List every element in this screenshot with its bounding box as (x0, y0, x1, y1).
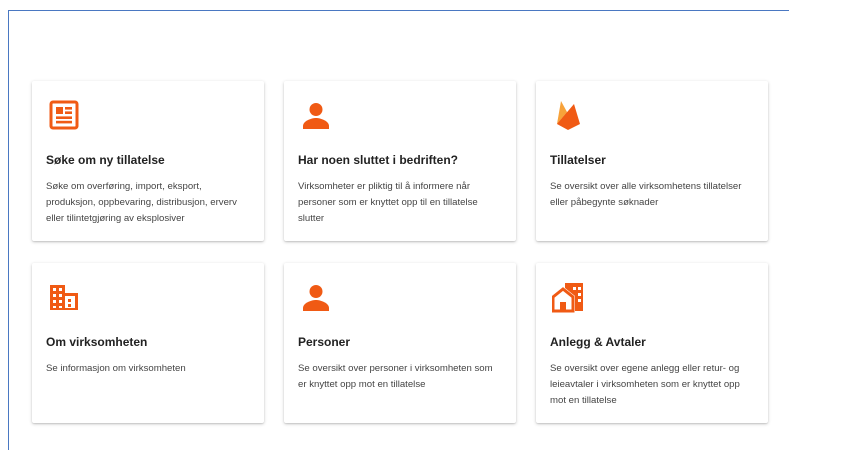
person-icon (300, 281, 332, 313)
home-work-icon (552, 281, 584, 313)
building-icon (48, 281, 80, 313)
card-title: Søke om ny tillatelse (46, 153, 165, 167)
card-apply-new-permit[interactable]: Søke om ny tillatelse Søke om overføring… (32, 81, 264, 241)
card-permits[interactable]: Tillatelser Se oversikt over alle virkso… (536, 81, 768, 241)
card-title: Har noen sluttet i bedriften? (298, 153, 459, 167)
person-icon (300, 99, 332, 131)
frame-border-top (8, 10, 789, 11)
card-persons[interactable]: Personer Se oversikt over personer i vir… (284, 263, 516, 423)
card-title: Tillatelser (550, 153, 606, 167)
firebase-flame-icon (552, 99, 584, 131)
newspaper-icon (48, 99, 80, 131)
card-about-business[interactable]: Om virksomheten Se informasjon om virkso… (32, 263, 264, 423)
frame-border-left (8, 10, 9, 450)
card-title: Om virksomheten (46, 335, 148, 349)
card-facilities-agreements[interactable]: Anlegg & Avtaler Se oversikt over egene … (536, 263, 768, 423)
card-title: Anlegg & Avtaler (550, 335, 646, 349)
card-employee-left[interactable]: Har noen sluttet i bedriften? Virksomhet… (284, 81, 516, 241)
card-description: Søke om overføring, import, eksport, pro… (46, 181, 237, 224)
card-description: Se oversikt over egene anlegg eller retu… (550, 363, 740, 406)
card-description: Se informasjon om virksomheten (46, 363, 186, 374)
card-description: Se oversikt over alle virksomhetens till… (550, 181, 742, 208)
card-description: Se oversikt over personer i virksomheten… (298, 363, 493, 390)
card-description: Virksomheter er pliktig til å informere … (298, 181, 478, 224)
card-title: Personer (298, 335, 351, 349)
